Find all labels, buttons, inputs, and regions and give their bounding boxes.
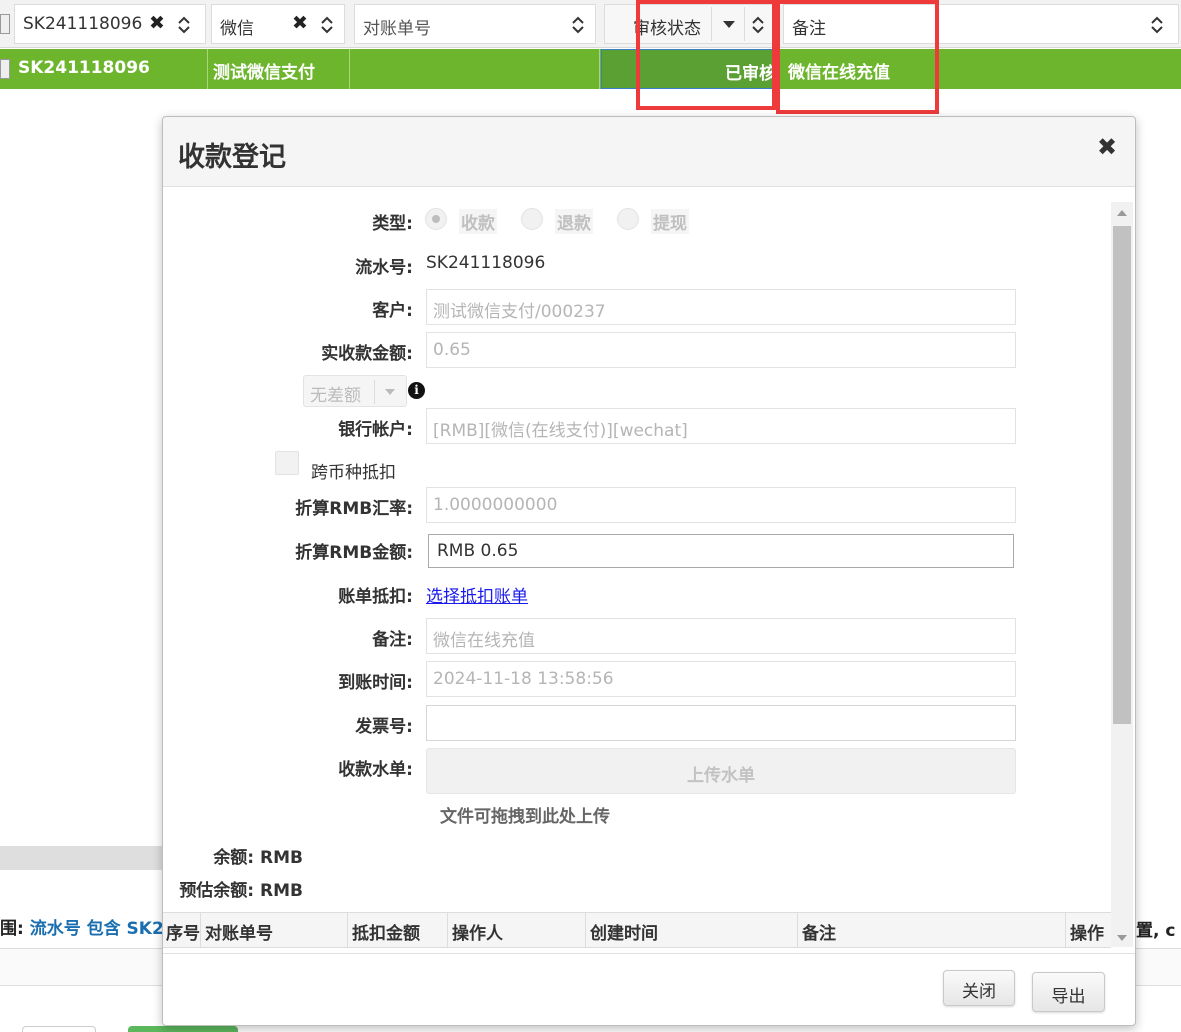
rmb-amount-label: 折算RMB金额: <box>295 543 413 563</box>
serial-value: SK241118096 <box>426 253 546 273</box>
filter-summary-prefix: 围: <box>0 919 30 939</box>
remark-label: 备注: <box>372 630 413 650</box>
modal-scrollbar[interactable] <box>1111 202 1133 947</box>
cross-currency-checkbox[interactable] <box>275 451 299 475</box>
amount-label: 实收款金额: <box>321 344 413 364</box>
grid-filter-row: SK241118096 ✖ 微信 ✖ 对账单号 审核状态 备注 <box>0 0 1181 48</box>
filter-customer[interactable]: 微信 ✖ <box>211 4 345 44</box>
sort-icon[interactable] <box>1150 15 1164 35</box>
remark-field: 微信在线充值 <box>426 618 1016 654</box>
type-radio-receive[interactable] <box>425 208 447 230</box>
serial-label: 流水号: <box>355 258 413 278</box>
export-button[interactable]: 导出 <box>1032 972 1105 1012</box>
invoice-label: 发票号: <box>355 717 413 737</box>
bill-label: 账单抵扣: <box>338 587 413 607</box>
info-icon[interactable]: i <box>408 382 425 399</box>
filter-serial[interactable]: SK241118096 ✖ <box>14 4 206 44</box>
sort-icon[interactable] <box>571 15 585 35</box>
customer-field: 测试微信支付/000237 <box>426 289 1016 325</box>
highlight-status-column <box>636 0 776 110</box>
filter-serial-value: SK241118096 <box>23 14 143 34</box>
difference-select-value: 无差额 <box>310 386 361 406</box>
invoice-field[interactable] <box>426 705 1016 741</box>
close-icon[interactable]: ✖ <box>1097 133 1117 161</box>
upload-hint: 文件可拖拽到此处上传 <box>440 807 610 827</box>
clear-icon[interactable]: ✖ <box>292 14 308 33</box>
clear-icon[interactable]: ✖ <box>149 14 165 33</box>
column-header-index: 序号 <box>163 913 201 947</box>
column-header-operator: 操作人 <box>448 913 586 947</box>
filter-summary: 围: 流水号 包含 SK2 <box>0 914 164 939</box>
arrival-time-field: 2024-11-18 13:58:56 <box>426 661 1016 697</box>
sort-icon[interactable] <box>177 15 191 35</box>
modal-footer: 关闭 导出 <box>163 953 1135 1025</box>
column-header-deduction-amount: 抵扣金额 <box>348 913 448 947</box>
cell-customer[interactable]: 测试微信支付 <box>208 49 350 89</box>
filter-statement[interactable]: 对账单号 <box>354 4 596 44</box>
filter-summary-value[interactable]: 流水号 包含 SK2 <box>30 919 164 939</box>
cross-currency-label: 跨币种抵扣 <box>311 463 396 483</box>
sort-icon[interactable] <box>320 15 334 35</box>
difference-select: 无差额 <box>303 375 407 407</box>
chevron-down-icon <box>385 389 395 395</box>
type-radio-withdraw[interactable] <box>617 208 639 230</box>
customer-label: 客户: <box>372 301 413 321</box>
scrollbar-thumb[interactable] <box>1113 226 1131 724</box>
row-checkbox[interactable] <box>0 59 10 79</box>
slip-label: 收款水单: <box>338 760 413 780</box>
arrival-time-label: 到账时间: <box>338 673 413 693</box>
rate-field: 1.0000000000 <box>426 487 1016 523</box>
balance-text: 余额: RMB <box>213 848 303 868</box>
scroll-up-icon[interactable] <box>1117 210 1127 216</box>
filter-summary-tail: 置, c <box>1136 921 1176 941</box>
modal-header: 收款登记 ✖ <box>163 117 1135 187</box>
type-radio-refund[interactable] <box>521 208 543 230</box>
upload-slip-button[interactable]: 上传水单 <box>426 748 1016 794</box>
filter-statement-placeholder: 对账单号 <box>363 19 431 39</box>
cell-statement[interactable] <box>350 49 600 89</box>
payment-registration-modal: 收款登记 ✖ 类型: 收款 退款 提现 流水号: SK241118096 客户:… <box>162 116 1136 1026</box>
column-header-statement: 对账单号 <box>201 913 348 947</box>
footer-primary-button[interactable] <box>128 1026 238 1032</box>
cell-serial[interactable]: SK241118096 <box>14 49 208 89</box>
account-label: 银行帐户: <box>338 420 413 440</box>
select-divider <box>374 380 375 404</box>
rmb-amount-field[interactable]: RMB 0.65 <box>428 534 1014 568</box>
type-radio-withdraw-label[interactable]: 提现 <box>651 209 689 234</box>
select-bill-link[interactable]: 选择抵扣账单 <box>426 582 528 607</box>
deduction-table-header: 序号 对账单号 抵扣金额 操作人 创建时间 备注 操作 <box>163 912 1111 948</box>
type-radio-refund-label[interactable]: 退款 <box>555 209 593 234</box>
grid-data-row[interactable]: SK241118096 测试微信支付 已审核 微信在线充值 <box>0 49 1181 89</box>
column-header-remark: 备注 <box>798 913 1066 947</box>
column-header-created-time: 创建时间 <box>586 913 798 947</box>
highlight-remark-column <box>776 0 939 114</box>
row-checkbox-header[interactable] <box>0 14 10 34</box>
close-button[interactable]: 关闭 <box>943 970 1015 1006</box>
type-radio-receive-label[interactable]: 收款 <box>459 209 497 234</box>
amount-field: 0.65 <box>426 332 1016 368</box>
estimated-balance-text: 预估余额: RMB <box>179 881 303 901</box>
column-header-action: 操作 <box>1070 924 1104 944</box>
rate-label: 折算RMB汇率: <box>295 499 413 519</box>
account-field: [RMB][微信(在线支付)][wechat] <box>426 408 1016 444</box>
type-label: 类型: <box>372 214 413 234</box>
footer-button[interactable] <box>22 1026 96 1032</box>
filter-customer-value: 微信 <box>220 19 254 39</box>
grid-scrollbar-area <box>0 846 162 870</box>
modal-title: 收款登记 <box>178 142 286 173</box>
scroll-down-icon[interactable] <box>1117 935 1127 941</box>
